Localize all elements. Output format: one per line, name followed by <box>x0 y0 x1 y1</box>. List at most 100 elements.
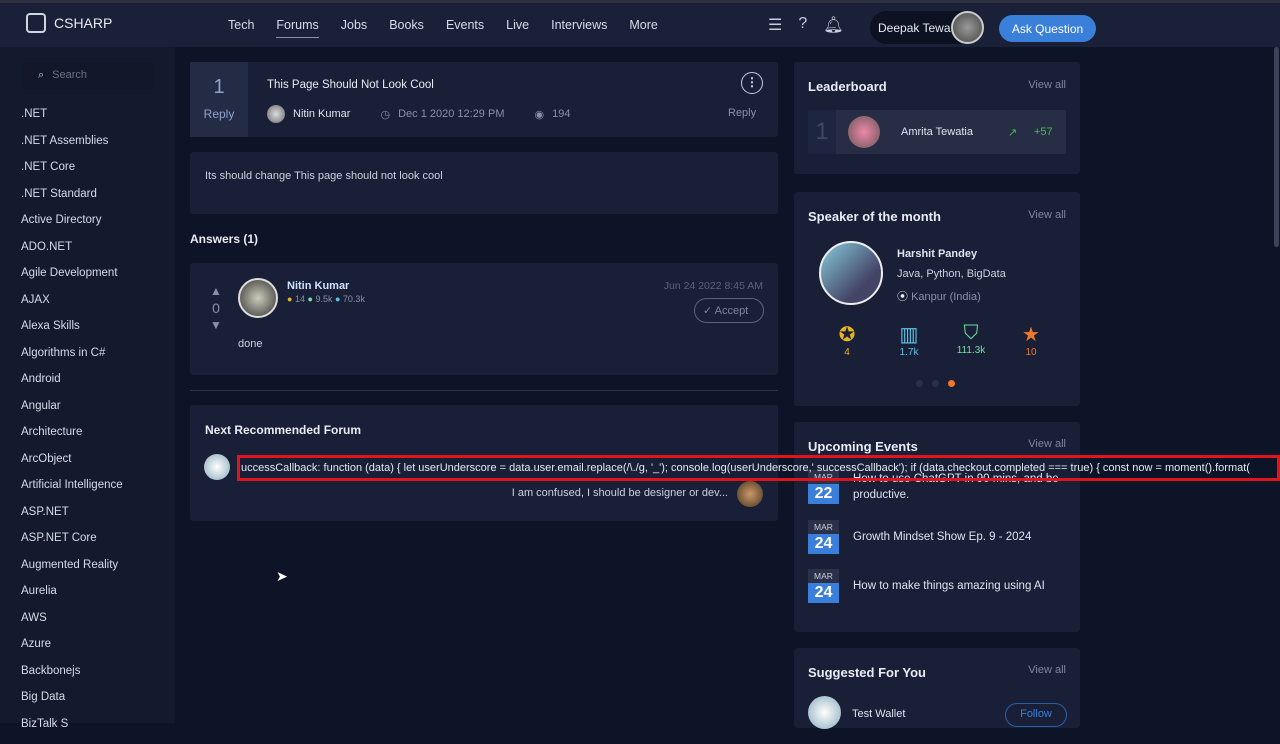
accept-button[interactable]: ✓ Accept <box>694 298 764 323</box>
sidebar-item[interactable]: AJAX <box>21 294 123 321</box>
sidebar-item[interactable]: Aurelia <box>21 585 123 612</box>
leader-name: Amrita Tewatia <box>901 126 973 138</box>
sidebar-item[interactable]: .NET <box>21 108 123 135</box>
suggested-card: Suggested For You View all Test Wallet F… <box>794 648 1080 728</box>
question-card: 1Reply This Page Should Not Look Cool Ni… <box>190 62 778 137</box>
ask-question-button[interactable]: Ask Question <box>999 15 1096 42</box>
suggested-view-all[interactable]: View all <box>1028 664 1066 676</box>
answer-author[interactable]: Nitin Kumar <box>287 280 349 292</box>
sidebar-item[interactable]: Angular <box>21 400 123 427</box>
badge-bronze: 70.3k <box>343 294 365 304</box>
user-list-icon[interactable]: ☰ <box>768 15 782 35</box>
sidebar-item[interactable]: AWS <box>21 612 123 639</box>
question-book-icon[interactable]: ? <box>798 15 807 35</box>
leaderboard-row[interactable]: 1 Amrita Tewatia ↗ +57 <box>808 110 1066 154</box>
answer-date: Jun 24 2022 8:45 AM <box>664 280 763 292</box>
recommended-reply[interactable]: I am confused, I should be designer or d… <box>512 487 728 499</box>
clock-icon: ◷ <box>380 108 390 121</box>
sidebar-item[interactable]: Big Data <box>21 691 123 718</box>
eye-icon: ◉ <box>534 108 544 121</box>
scrollbar[interactable] <box>1272 47 1280 723</box>
recommended-heading: Next Recommended Forum <box>205 423 361 437</box>
event-day: 22 <box>808 484 839 504</box>
nav-events[interactable]: Events <box>446 18 484 38</box>
downvote-icon[interactable]: ▼ <box>207 317 225 334</box>
mouse-cursor: ➤ <box>276 568 288 585</box>
brand-logo[interactable]: CSHARP <box>26 13 112 33</box>
main-nav: Tech Forums Jobs Books Events Live Inter… <box>228 18 680 38</box>
avatar <box>238 278 278 318</box>
rank: 1 <box>808 110 836 154</box>
user-menu[interactable]: Deepak Tewa... <box>870 11 984 44</box>
sidebar-item[interactable]: Algorithms in C# <box>21 347 123 374</box>
trend-up-icon: ↗ <box>1008 126 1017 139</box>
follow-button[interactable]: Follow <box>1005 703 1067 727</box>
divider <box>190 390 778 391</box>
carousel-dots <box>916 380 955 387</box>
leaderboard-view-all[interactable]: View all <box>1028 79 1066 91</box>
sidebar-item[interactable]: ASP.NET Core <box>21 532 123 559</box>
reply-button[interactable]: Reply <box>728 107 756 119</box>
reply-count: 1Reply <box>190 62 248 137</box>
sidebar-item[interactable]: Azure <box>21 638 123 665</box>
nav-more[interactable]: More <box>629 18 657 38</box>
events-view-all[interactable]: View all <box>1028 438 1066 450</box>
author-name[interactable]: Nitin Kumar <box>293 108 350 120</box>
sidebar-item[interactable]: Backbonejs <box>21 665 123 692</box>
nav-forums[interactable]: Forums <box>276 18 318 38</box>
scrollbar-thumb[interactable] <box>1274 47 1279 247</box>
avatar <box>819 241 883 305</box>
speaker-name[interactable]: Harshit Pandey <box>897 248 977 260</box>
nav-jobs[interactable]: Jobs <box>341 18 367 38</box>
sidebar-item[interactable]: ArcObject <box>21 453 123 480</box>
nav-books[interactable]: Books <box>389 18 424 38</box>
sidebar-item[interactable]: Alexa Skills <box>21 320 123 347</box>
event-month: MAR <box>808 569 839 583</box>
leaderboard-card: Leaderboard View all 1 Amrita Tewatia ↗ … <box>794 62 1080 174</box>
badge-silver: 9.5k <box>315 294 332 304</box>
question-body: Its should change This page should not l… <box>190 152 778 214</box>
reply-label: Reply <box>190 107 248 121</box>
events-title: Upcoming Events <box>808 439 918 454</box>
event-day: 24 <box>808 534 839 554</box>
upvote-icon[interactable]: ▲ <box>207 283 225 300</box>
event-item[interactable]: MAR24How to make things amazing using AI <box>808 569 1063 603</box>
sidebar-item[interactable]: Agile Development <box>21 267 123 294</box>
carousel-dot[interactable] <box>932 380 939 387</box>
sidebar-item[interactable]: Artificial Intelligence <box>21 479 123 506</box>
carousel-dot[interactable] <box>916 380 923 387</box>
search-icon: ⌕ <box>38 69 44 81</box>
nav-interviews[interactable]: Interviews <box>551 18 607 38</box>
more-options-icon[interactable]: ⋮ <box>741 72 763 94</box>
carousel-dot-active[interactable] <box>948 380 955 387</box>
avatar <box>848 116 880 148</box>
sidebar-item[interactable]: .NET Standard <box>21 188 123 215</box>
nav-live[interactable]: Live <box>506 18 529 38</box>
overflowing-recommended-title[interactable]: uccessCallback: function (data) { let us… <box>237 455 1280 481</box>
bell-icon[interactable]: 🔔︎ <box>823 15 843 35</box>
sidebar-item[interactable]: ASP.NET <box>21 506 123 533</box>
leaderboard-title: Leaderboard <box>808 79 887 94</box>
sidebar-item[interactable]: .NET Assemblies <box>21 135 123 162</box>
speaker-location: Kanpur (India) <box>911 291 981 303</box>
event-item[interactable]: MAR24Growth Mindset Show Ep. 9 - 2024 <box>808 520 1063 554</box>
question-title[interactable]: This Page Should Not Look Cool <box>267 79 434 91</box>
sidebar-item[interactable]: Android <box>21 373 123 400</box>
check-circle-icon: ✓ <box>703 305 712 317</box>
search-placeholder: Search <box>52 69 87 81</box>
sidebar-item[interactable]: BizTalk S <box>21 718 123 744</box>
speaker-view-all[interactable]: View all <box>1028 209 1066 221</box>
sidebar-item[interactable]: Augmented Reality <box>21 559 123 586</box>
sidebar-item[interactable]: .NET Core <box>21 161 123 188</box>
location-pin-icon: ⦿ <box>897 291 908 303</box>
avatar <box>737 481 763 507</box>
sidebar-item[interactable]: Active Directory <box>21 214 123 241</box>
suggested-name[interactable]: Test Wallet <box>852 708 905 720</box>
sidebar-item[interactable]: ADO.NET <box>21 241 123 268</box>
sidebar-item[interactable]: Architecture <box>21 426 123 453</box>
top-star-icon: ★ <box>1011 322 1051 347</box>
search-input[interactable]: ⌕ Search <box>22 63 155 89</box>
answers-heading: Answers (1) <box>190 232 258 246</box>
shield-icon: ⛉ <box>951 322 991 345</box>
nav-tech[interactable]: Tech <box>228 18 254 38</box>
